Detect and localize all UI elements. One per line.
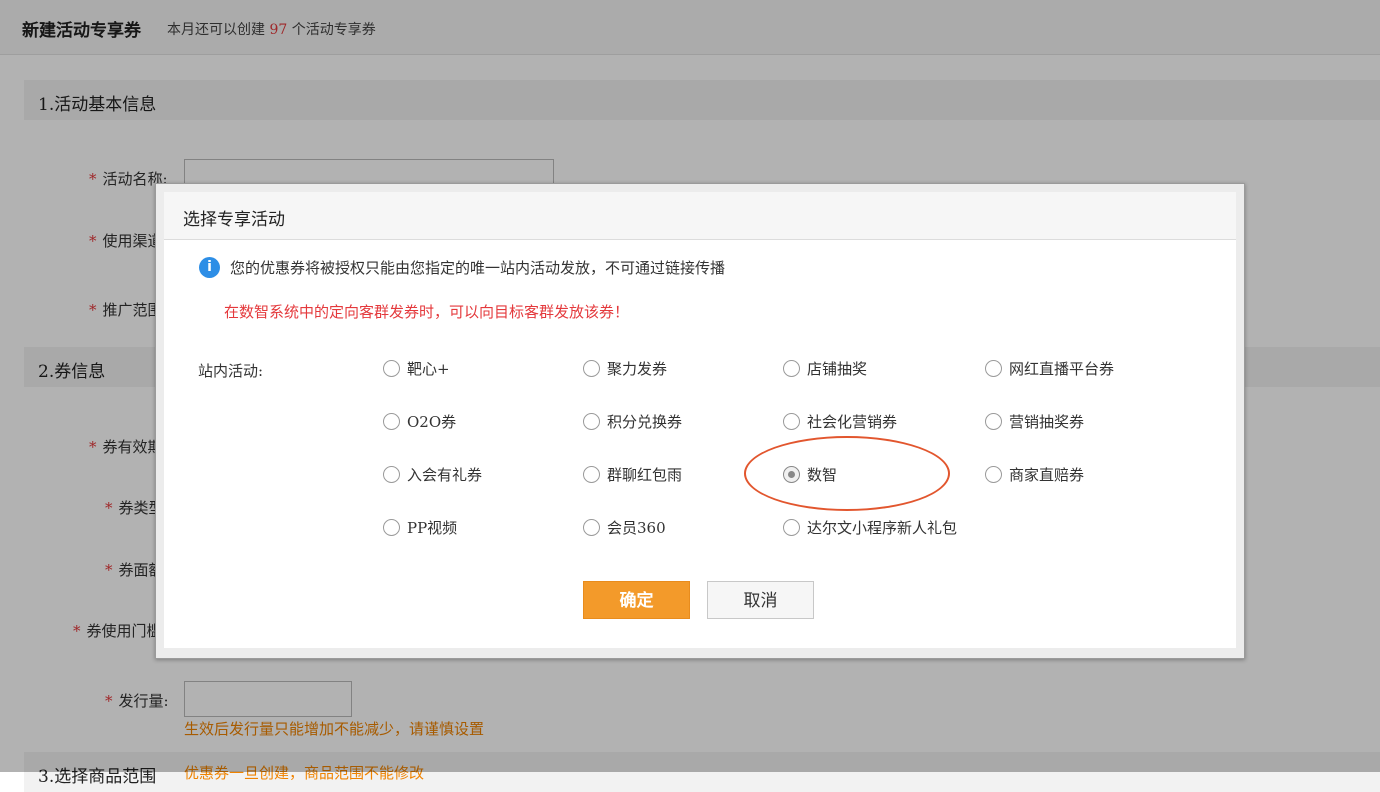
option-group-redpacket[interactable]: 群聊红包雨	[583, 462, 682, 486]
confirm-button[interactable]: 确定	[583, 581, 690, 619]
modal-title-bar: 选择专享活动	[164, 192, 1236, 240]
modal-body: 选择专享活动 i 您的优惠券将被授权只能由您指定的唯一站内活动发放，不可通过链接…	[164, 192, 1236, 648]
radio-icon[interactable]	[583, 359, 600, 377]
radio-icon[interactable]	[383, 518, 400, 536]
radio-icon[interactable]	[383, 412, 400, 430]
onsite-activity-label: 站内活动:	[198, 362, 264, 380]
option-pp-video[interactable]: PP视频	[383, 515, 457, 539]
warning-message: 在数智系统中的定向客群发券时，可以向目标客群发放该券！	[224, 303, 630, 321]
radio-icon[interactable]	[583, 465, 600, 483]
radio-icon[interactable]	[583, 412, 600, 430]
radio-icon[interactable]	[383, 465, 400, 483]
option-marketing-lottery[interactable]: 营销抽奖券	[985, 409, 1084, 433]
option-store-lottery[interactable]: 店铺抽奖	[783, 356, 867, 380]
radio-icon[interactable]	[985, 359, 1002, 377]
radio-icon[interactable]	[985, 412, 1002, 430]
select-activity-modal: 选择专享活动 i 您的优惠券将被授权只能由您指定的唯一站内活动发放，不可通过链接…	[155, 183, 1245, 659]
option-influencer-live[interactable]: 网红直播平台券	[985, 356, 1114, 380]
modal-title: 选择专享活动	[183, 210, 285, 230]
option-social-marketing[interactable]: 社会化营销券	[783, 409, 897, 433]
option-bullseye-plus[interactable]: 靶心+	[383, 356, 450, 380]
option-points-exchange[interactable]: 积分兑换券	[583, 409, 682, 433]
option-o2o[interactable]: O2O券	[383, 409, 456, 433]
radio-icon[interactable]	[783, 412, 800, 430]
option-join-gift[interactable]: 入会有礼券	[383, 462, 482, 486]
cancel-button[interactable]: 取消	[707, 581, 814, 619]
radio-icon[interactable]	[583, 518, 600, 536]
highlight-ellipse	[744, 436, 950, 511]
radio-icon[interactable]	[783, 518, 800, 536]
option-merchant-compensation[interactable]: 商家直赔券	[985, 462, 1084, 486]
option-darwin-miniprogram[interactable]: 达尔文小程序新人礼包	[783, 515, 957, 539]
radio-icon[interactable]	[783, 359, 800, 377]
option-juli-coupon[interactable]: 聚力发券	[583, 356, 667, 380]
info-message: 您的优惠券将被授权只能由您指定的唯一站内活动发放，不可通过链接传播	[230, 259, 726, 277]
radio-icon[interactable]	[985, 465, 1002, 483]
info-icon: i	[199, 257, 220, 278]
option-member-360[interactable]: 会员360	[583, 515, 666, 539]
radio-icon[interactable]	[383, 359, 400, 377]
